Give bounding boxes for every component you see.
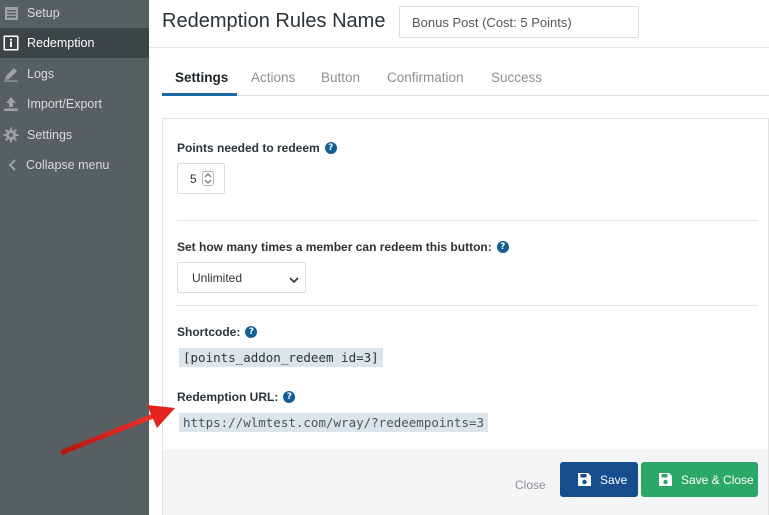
tab-actions[interactable]: Actions (251, 58, 295, 96)
redemption-url-label-text: Redemption URL: (177, 390, 279, 404)
floppy-disk-icon (658, 472, 673, 487)
tab-confirmation[interactable]: Confirmation (387, 58, 464, 96)
divider (177, 220, 758, 221)
points-stepper[interactable]: 5 (177, 163, 225, 194)
sidebar-item-logs[interactable]: Logs (0, 59, 149, 89)
chevron-down-icon (289, 273, 299, 287)
rule-name-input[interactable] (399, 6, 639, 38)
grid-icon (3, 5, 19, 21)
points-label-text: Points needed to redeem (177, 141, 320, 155)
shortcode-label: Shortcode: ? (177, 325, 258, 339)
shortcode-value[interactable]: [points_addon_redeem id=3] (179, 348, 383, 367)
times-label: Set how many times a member can redeem t… (177, 240, 509, 254)
save-button[interactable]: Save (560, 462, 638, 497)
points-value: 5 (190, 171, 197, 186)
close-button[interactable]: Close (515, 478, 546, 492)
page-title: Redemption Rules Name (162, 10, 386, 32)
sidebar-item-redemption[interactable]: Redemption (0, 28, 149, 58)
floppy-disk-icon (577, 472, 592, 487)
redeem-limit-select[interactable]: Unlimited (177, 262, 306, 293)
save-button-label: Save (600, 472, 628, 487)
sidebar-item-collapse-menu[interactable]: Collapse menu (0, 150, 149, 180)
pencil-icon (3, 66, 19, 82)
sidebar-item-settings[interactable]: Settings (0, 120, 149, 150)
tab-settings[interactable]: Settings (175, 58, 228, 96)
header-divider (149, 47, 769, 48)
sidebar-item-label: Redemption (27, 36, 95, 50)
help-icon[interactable]: ? (245, 326, 258, 338)
tab-success[interactable]: Success (491, 58, 542, 96)
upload-icon (3, 96, 19, 112)
sidebar-item-label: Logs (27, 67, 55, 81)
stepper-arrows-icon[interactable] (202, 171, 214, 186)
sidebar-item-label: Setup (27, 6, 60, 20)
times-label-text: Set how many times a member can redeem t… (177, 240, 492, 254)
sidebar-item-label: Collapse menu (26, 158, 110, 172)
chevron-left-icon (4, 157, 20, 173)
info-icon (3, 35, 19, 51)
shortcode-label-text: Shortcode: (177, 325, 241, 339)
points-label: Points needed to redeem ? (177, 141, 337, 155)
active-tab-indicator (162, 93, 237, 96)
tab-bar: Settings Actions Button Confirmation Suc… (162, 58, 769, 96)
save-and-close-button[interactable]: Save & Close (641, 462, 758, 497)
annotation-arrow-icon (60, 405, 175, 455)
settings-panel: Points needed to redeem ? 5 Set how many… (162, 118, 769, 515)
redemption-url-label: Redemption URL: ? (177, 390, 296, 404)
help-icon[interactable]: ? (496, 241, 509, 253)
main-content: Redemption Rules Name Settings Actions B… (149, 0, 769, 515)
redeem-limit-value: Unlimited (192, 270, 243, 285)
sidebar-item-label: Settings (27, 128, 73, 142)
sidebar-item-label: Import/Export (27, 97, 103, 111)
tab-button[interactable]: Button (321, 58, 360, 96)
save-and-close-label: Save & Close (681, 472, 754, 487)
help-icon[interactable]: ? (283, 391, 296, 403)
gear-icon (3, 127, 19, 143)
help-icon[interactable]: ? (324, 142, 337, 154)
sidebar-item-import-export[interactable]: Import/Export (0, 89, 149, 119)
sidebar-item-setup[interactable]: Setup (0, 0, 149, 28)
divider (177, 305, 758, 306)
redemption-url-value[interactable]: https://wlmtest.com/wray/?redeempoints=3 (179, 413, 489, 432)
